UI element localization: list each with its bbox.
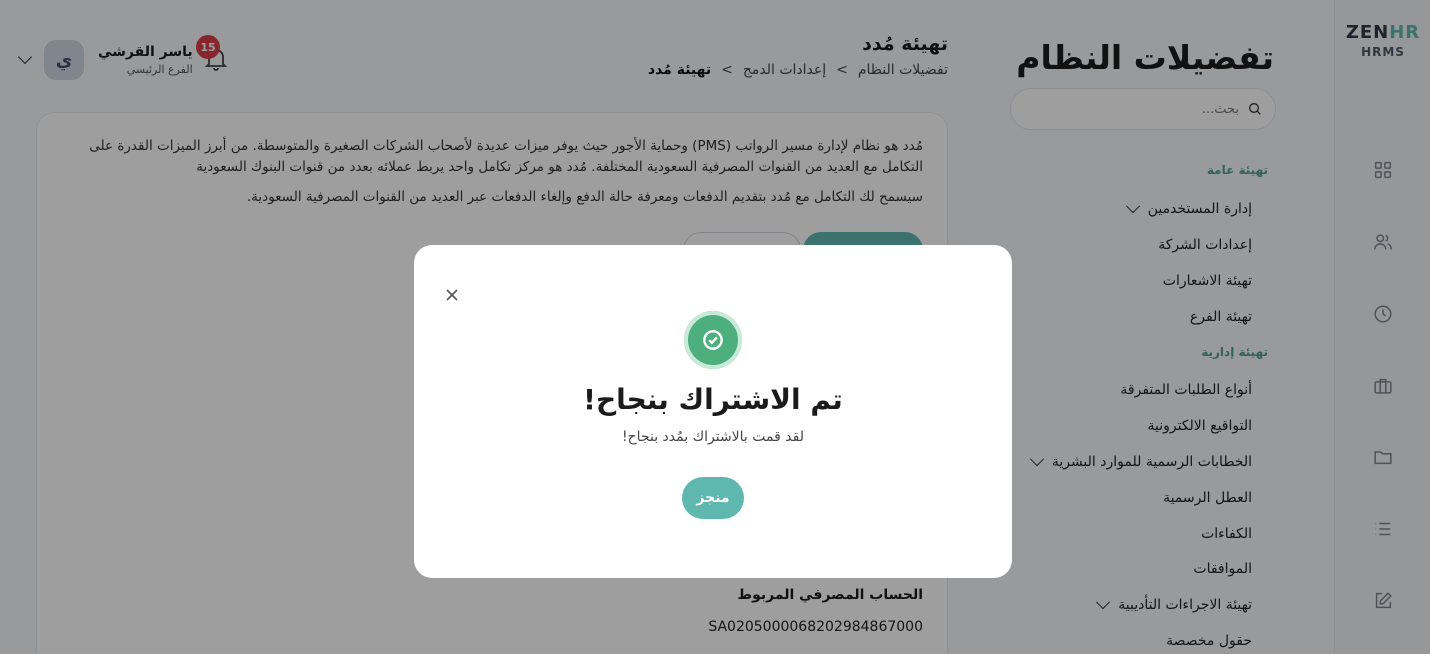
done-button[interactable]: منجز <box>682 477 744 519</box>
dialog-title: تم الاشتراك بنجاح! <box>583 383 843 416</box>
success-dialog: تم الاشتراك بنجاح! لقد قمت بالاشتراك بمُ… <box>414 245 1012 578</box>
close-icon[interactable] <box>444 287 460 303</box>
dialog-message: لقد قمت بالاشتراك بمُدد بنجاح! <box>622 429 804 445</box>
check-circle-icon <box>684 311 742 369</box>
